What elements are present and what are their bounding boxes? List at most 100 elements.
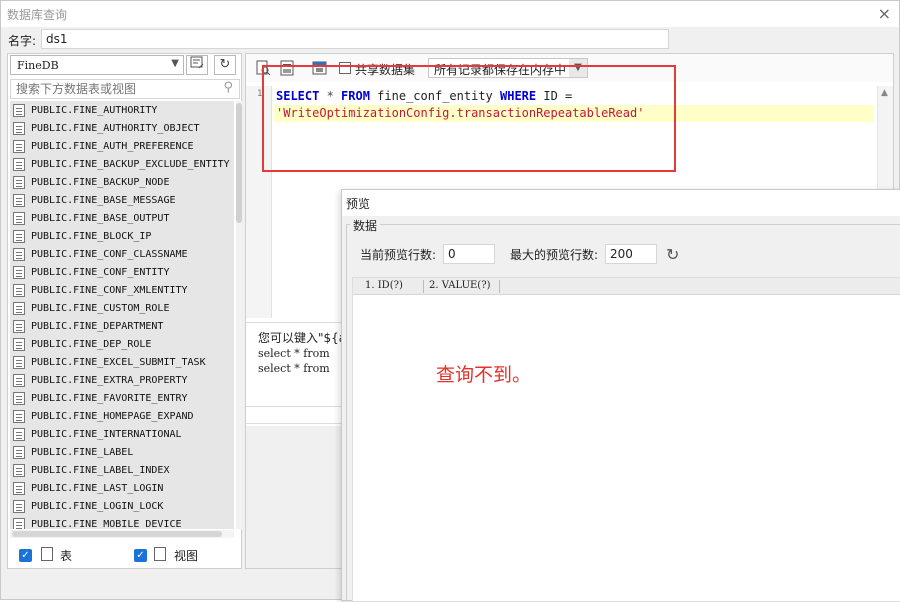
table-name: PUBLIC.FINE_CUSTOM_ROLE [31, 302, 170, 314]
column-separator[interactable] [423, 280, 424, 293]
scroll-up-icon[interactable]: ▲ [881, 88, 888, 98]
scrollbar-thumb[interactable] [12, 531, 222, 537]
database-query-window: 数据库查询 × 名字: FineDB ▼ ↻ ⚲ PUBLIC.FINE_AUT… [0, 0, 900, 602]
table-icon [41, 547, 53, 561]
table-list-item[interactable]: PUBLIC.FINE_BACKUP_NODE [10, 173, 234, 191]
table-list-item[interactable]: PUBLIC.FINE_BLOCK_IP [10, 227, 234, 245]
table-name: PUBLIC.FINE_BACKUP_EXCLUDE_ENTITY [31, 158, 230, 170]
data-group-label: 数据 [350, 217, 381, 234]
table-name: PUBLIC.FINE_BASE_MESSAGE [31, 194, 176, 206]
table-icon [13, 499, 25, 513]
table-icon [13, 481, 25, 495]
filter-footer: ✓ 表 ✓ 视图 [8, 544, 241, 568]
table-icon [13, 265, 25, 279]
max-rows-input[interactable]: 200 [605, 244, 657, 264]
name-label: 名字: [8, 34, 37, 48]
scrollbar-thumb[interactable] [236, 103, 242, 223]
preview-title-bar: 预览 [342, 190, 900, 216]
table-list-item[interactable]: PUBLIC.FINE_LABEL_INDEX [10, 461, 234, 479]
max-rows-label: 最大的预览行数: [510, 248, 599, 262]
close-icon[interactable]: × [878, 4, 891, 23]
column-header[interactable]: 1. ID(?) [365, 280, 403, 291]
table-list-item[interactable]: PUBLIC.FINE_DEPARTMENT [10, 317, 234, 335]
name-input[interactable] [41, 29, 669, 49]
table-name: PUBLIC.FINE_DEPARTMENT [31, 320, 164, 332]
table-icon [13, 391, 25, 405]
table-list-item[interactable]: PUBLIC.FINE_BACKUP_EXCLUDE_ENTITY [10, 155, 234, 173]
table-list-item[interactable]: PUBLIC.FINE_LOGIN_LOCK [10, 497, 234, 515]
table-list-item[interactable]: PUBLIC.FINE_AUTHORITY [10, 101, 234, 119]
show-views-label: 视图 [174, 549, 199, 563]
table-name: PUBLIC.FINE_FAVORITE_ENTRY [31, 392, 188, 404]
table-icon [13, 121, 25, 135]
table-list-item[interactable]: PUBLIC.FINE_EXCEL_SUBMIT_TASK [10, 353, 234, 371]
table-list-item[interactable]: PUBLIC.FINE_LABEL [10, 443, 234, 461]
table-list-item[interactable]: PUBLIC.FINE_MOBILE_DEVICE [10, 515, 234, 529]
table-name: PUBLIC.FINE_CONF_XMLENTITY [31, 284, 188, 296]
current-rows-label: 当前预览行数: [360, 248, 437, 262]
table-icon [13, 301, 25, 315]
table-list-item[interactable]: PUBLIC.FINE_DEP_ROLE [10, 335, 234, 353]
table-name: PUBLIC.FINE_HOMEPAGE_EXPAND [31, 410, 194, 422]
table-name: PUBLIC.FINE_LAST_LOGIN [31, 482, 164, 494]
table-search-input[interactable] [10, 79, 240, 99]
show-views-checkbox[interactable]: ✓ [134, 549, 147, 562]
table-name: PUBLIC.FINE_LABEL_INDEX [31, 464, 170, 476]
table-name: PUBLIC.FINE_LOGIN_LOCK [31, 500, 164, 512]
edit-connection-icon [190, 56, 204, 69]
table-list-item[interactable]: PUBLIC.FINE_AUTH_PREFERENCE [10, 137, 234, 155]
preview-dialog: 预览 数据 当前预览行数: 0 最大的预览行数: 200 ↻ 1. ID(?) … [341, 189, 900, 602]
current-rows-input[interactable]: 0 [443, 244, 495, 264]
table-icon [13, 211, 25, 225]
table-list: PUBLIC.FINE_AUTHORITY PUBLIC.FINE_AUTHORI… [10, 101, 234, 529]
table-name: PUBLIC.FINE_LABEL [31, 446, 134, 458]
horizontal-scrollbar[interactable] [10, 530, 234, 538]
table-icon [13, 157, 25, 171]
highlight-box [262, 65, 676, 172]
table-name: PUBLIC.FINE_BACKUP_NODE [31, 176, 170, 188]
table-list-item[interactable]: PUBLIC.FINE_CONF_XMLENTITY [10, 281, 234, 299]
edit-connection-button[interactable] [186, 55, 208, 75]
preview-title: 预览 [346, 197, 371, 211]
table-icon [13, 409, 25, 423]
table-list-item[interactable]: PUBLIC.FINE_LAST_LOGIN [10, 479, 234, 497]
table-list-item[interactable]: PUBLIC.FINE_AUTHORITY_OBJECT [10, 119, 234, 137]
table-list-item[interactable]: PUBLIC.FINE_CONF_CLASSNAME [10, 245, 234, 263]
show-tables-checkbox[interactable]: ✓ [19, 549, 32, 562]
table-name: PUBLIC.FINE_CONF_ENTITY [31, 266, 170, 278]
table-icon [13, 463, 25, 477]
table-list-item[interactable]: PUBLIC.FINE_EXTRA_PROPERTY [10, 371, 234, 389]
database-select[interactable]: FineDB ▼ [10, 55, 184, 75]
table-icon [13, 445, 25, 459]
hint-line: select * from [258, 362, 330, 375]
table-list-item[interactable]: PUBLIC.FINE_FAVORITE_ENTRY [10, 389, 234, 407]
table-name: PUBLIC.FINE_INTERNATIONAL [31, 428, 182, 440]
table-icon [13, 373, 25, 387]
table-header: 1. ID(?) 2. VALUE(?) [353, 278, 900, 295]
column-separator[interactable] [499, 280, 500, 293]
table-icon [13, 355, 25, 369]
column-header[interactable]: 2. VALUE(?) [429, 280, 490, 291]
hint-line: select * from [258, 347, 330, 360]
table-icon [13, 175, 25, 189]
table-name: PUBLIC.FINE_BASE_OUTPUT [31, 212, 170, 224]
table-list-item[interactable]: PUBLIC.FINE_BASE_MESSAGE [10, 191, 234, 209]
table-list-item[interactable]: PUBLIC.FINE_BASE_OUTPUT [10, 209, 234, 227]
table-name: PUBLIC.FINE_BLOCK_IP [31, 230, 152, 242]
table-icon [13, 229, 25, 243]
chevron-down-icon: ▼ [171, 58, 179, 69]
table-icon [13, 247, 25, 261]
annotation-text: 查询不到。 [436, 364, 532, 386]
table-name: PUBLIC.FINE_AUTHORITY [31, 104, 158, 116]
show-tables-label: 表 [60, 549, 73, 563]
table-name: PUBLIC.FINE_AUTHORITY_OBJECT [31, 122, 200, 134]
refresh-button[interactable]: ↻ [214, 55, 236, 75]
table-list-item[interactable]: PUBLIC.FINE_HOMEPAGE_EXPAND [10, 407, 234, 425]
table-list-item[interactable]: PUBLIC.FINE_INTERNATIONAL [10, 425, 234, 443]
table-name: PUBLIC.FINE_EXCEL_SUBMIT_TASK [31, 356, 206, 368]
refresh-icon[interactable]: ↻ [666, 245, 679, 264]
table-list-item[interactable]: PUBLIC.FINE_CONF_ENTITY [10, 263, 234, 281]
vertical-scrollbar[interactable] [236, 101, 242, 529]
table-name: PUBLIC.FINE_MOBILE_DEVICE [31, 518, 182, 530]
table-list-item[interactable]: PUBLIC.FINE_CUSTOM_ROLE [10, 299, 234, 317]
